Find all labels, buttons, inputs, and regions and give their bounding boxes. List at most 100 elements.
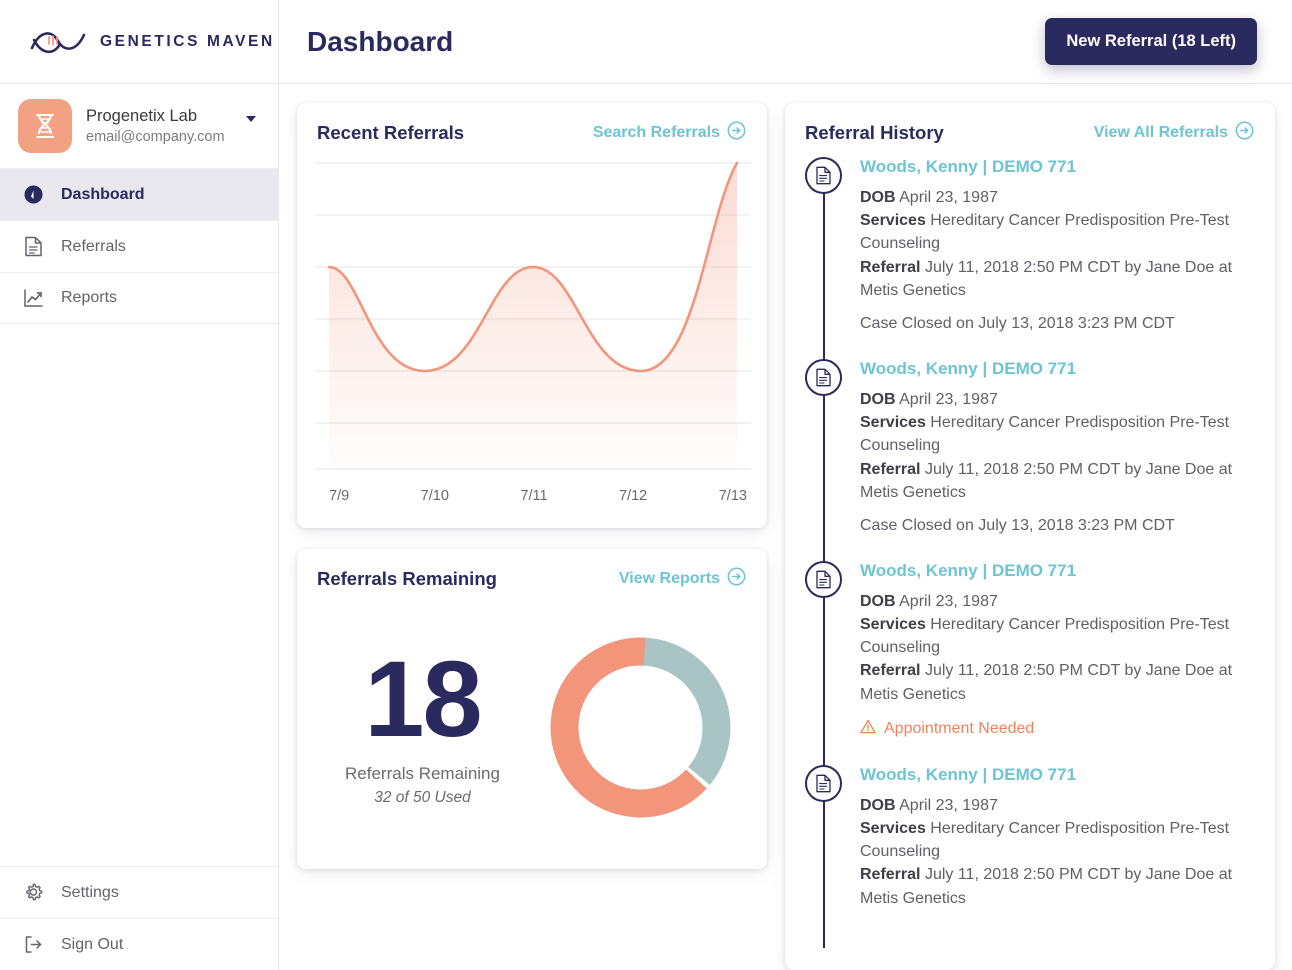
referral-details: DOB April 23, 1987 Services Hereditary C… <box>860 794 1255 910</box>
arrow-right-circle-icon <box>727 121 746 145</box>
warning-triangle-icon <box>860 719 876 739</box>
account-switcher[interactable]: Progenetix Lab email@company.com <box>0 84 278 168</box>
dob-label: DOB <box>860 796 896 814</box>
document-icon[interactable] <box>805 157 842 194</box>
referral-patient-link[interactable]: Woods, Kenny | DEMO 771 <box>860 157 1076 177</box>
sidebar-item-sign-out[interactable]: Sign Out <box>0 918 278 970</box>
referral-details: DOB April 23, 1987 Services Hereditary C… <box>860 186 1255 302</box>
sidebar-item-label: Dashboard <box>61 185 145 203</box>
sidebar-item-label: Reports <box>61 289 118 306</box>
referral-label: Referral <box>860 258 921 276</box>
topbar: Dashboard New Referral (18 Left) <box>279 0 1292 84</box>
referral-patient-link[interactable]: Woods, Kenny | DEMO 771 <box>860 561 1076 581</box>
arrow-right-circle-icon <box>1235 121 1254 145</box>
right-column: Referral History View All Referrals Wood… <box>785 103 1275 970</box>
x-tick: 7/13 <box>718 488 747 504</box>
referral-history-item: Woods, Kenny | DEMO 771 DOB April 23, 19… <box>805 157 1255 371</box>
timeline-rail <box>823 782 825 948</box>
brand-name: GENETICS MAVEN <box>100 32 275 50</box>
arrow-right-circle-icon <box>727 567 746 591</box>
dashboard-content: Recent Referrals Search Referrals 7/9 7/… <box>279 84 1292 970</box>
appointment-needed-badge: Appointment Needed <box>860 719 1255 739</box>
document-icon[interactable] <box>805 764 842 802</box>
card-title: Referral History <box>805 122 944 143</box>
recent-referrals-header: Recent Referrals Search Referrals <box>297 103 767 155</box>
page-title: Dashboard <box>307 25 454 57</box>
x-tick: 7/9 <box>329 488 350 504</box>
dob-value: April 23, 1987 <box>899 390 998 408</box>
account-name: Progenetix Lab <box>86 106 197 125</box>
dob-value: April 23, 1987 <box>899 592 998 610</box>
sidebar-item-label: Sign Out <box>61 935 124 953</box>
x-tick: 7/10 <box>420 488 449 504</box>
view-all-referrals-label: View All Referrals <box>1093 124 1228 141</box>
document-icon[interactable] <box>805 358 842 396</box>
referral-history-item: Woods, Kenny | DEMO 771 DOB April 23, 19… <box>805 764 1255 948</box>
referral-label: Referral <box>860 662 921 680</box>
card-title: Referrals Remaining <box>317 568 497 589</box>
left-column: Recent Referrals Search Referrals 7/9 7/… <box>297 103 767 970</box>
recent-referrals-card: Recent Referrals Search Referrals 7/9 7/… <box>297 103 767 528</box>
sidebar-item-dashboard[interactable]: Dashboard <box>0 168 278 220</box>
referral-label: Referral <box>860 460 921 478</box>
search-referrals-link[interactable]: Search Referrals <box>593 121 746 145</box>
chevron-down-icon[interactable] <box>246 116 256 122</box>
timeline-rail <box>823 376 825 573</box>
sidebar-bottom-nav: Settings Sign Out <box>0 866 278 970</box>
recent-referrals-chart: 7/9 7/10 7/11 7/12 7/13 <box>297 155 767 504</box>
sidebar-item-reports[interactable]: Reports <box>0 272 278 324</box>
dob-value: April 23, 1987 <box>899 796 998 814</box>
referrals-donut-chart <box>550 637 731 818</box>
services-label: Services <box>860 616 926 634</box>
referral-history-item: Woods, Kenny | DEMO 771 DOB April 23, 19… <box>805 358 1255 573</box>
referral-patient-link[interactable]: Woods, Kenny | DEMO 771 <box>860 765 1076 785</box>
referral-details: DOB April 23, 1987 Services Hereditary C… <box>860 388 1255 504</box>
sidebar-item-label: Settings <box>61 883 119 901</box>
view-reports-link[interactable]: View Reports <box>619 567 746 591</box>
sign-out-icon <box>22 934 44 956</box>
document-icon <box>22 236 44 258</box>
referral-label: Referral <box>860 866 921 884</box>
dob-label: DOB <box>860 390 896 408</box>
search-referrals-label: Search Referrals <box>592 124 720 141</box>
dna-wave-icon <box>30 27 86 57</box>
chart-line-icon <box>22 287 44 309</box>
remaining-sub: 32 of 50 Used <box>374 789 471 807</box>
alert-text: Appointment Needed <box>884 719 1035 737</box>
x-tick: 7/12 <box>619 488 648 504</box>
status-text: Case Closed on July 13, 2018 3:23 PM CDT <box>860 516 1175 534</box>
referral-patient-link[interactable]: Woods, Kenny | DEMO 771 <box>860 359 1076 379</box>
new-referral-button[interactable]: New Referral (18 Left) <box>1045 18 1257 65</box>
card-title: Recent Referrals <box>317 122 465 143</box>
referral-history-header: Referral History View All Referrals <box>785 103 1275 155</box>
account-meta: Progenetix Lab email@company.com <box>86 105 232 148</box>
referral-history-list: Woods, Kenny | DEMO 771 DOB April 23, 19… <box>785 155 1275 970</box>
dna-helix-icon <box>18 99 72 153</box>
app-root: GENETICS MAVEN Progenetix Lab email@comp… <box>0 0 1292 970</box>
remaining-stat: 18 Referrals Remaining 32 of 50 Used <box>307 637 538 808</box>
remaining-label: Referrals Remaining <box>345 764 500 784</box>
x-tick: 7/11 <box>520 488 548 504</box>
view-reports-label: View Reports <box>618 570 720 587</box>
sidebar-item-referrals[interactable]: Referrals <box>0 220 278 272</box>
services-label: Services <box>860 212 926 230</box>
gauge-icon <box>22 184 44 206</box>
dob-label: DOB <box>860 189 896 206</box>
gear-icon <box>22 882 44 904</box>
document-icon[interactable] <box>805 560 842 598</box>
account-email: email@company.com <box>86 128 225 145</box>
services-label: Services <box>860 820 926 837</box>
view-all-referrals-link[interactable]: View All Referrals <box>1094 121 1254 145</box>
dob-value: April 23, 1987 <box>899 189 998 206</box>
main-area: Dashboard New Referral (18 Left) Recent … <box>279 0 1292 970</box>
services-label: Services <box>860 414 926 432</box>
status-text: Case Closed on July 13, 2018 3:23 PM CDT <box>860 314 1175 332</box>
remaining-number: 18 <box>364 637 482 759</box>
timeline-rail <box>823 578 825 777</box>
referral-history-item: Woods, Kenny | DEMO 771 DOB April 23, 19… <box>805 560 1255 777</box>
referrals-remaining-body: 18 Referrals Remaining 32 of 50 Used <box>297 601 767 830</box>
dob-label: DOB <box>860 592 896 610</box>
sidebar-item-settings[interactable]: Settings <box>0 866 278 918</box>
referrals-remaining-card: Referrals Remaining View Reports 18 Refe… <box>297 549 767 869</box>
